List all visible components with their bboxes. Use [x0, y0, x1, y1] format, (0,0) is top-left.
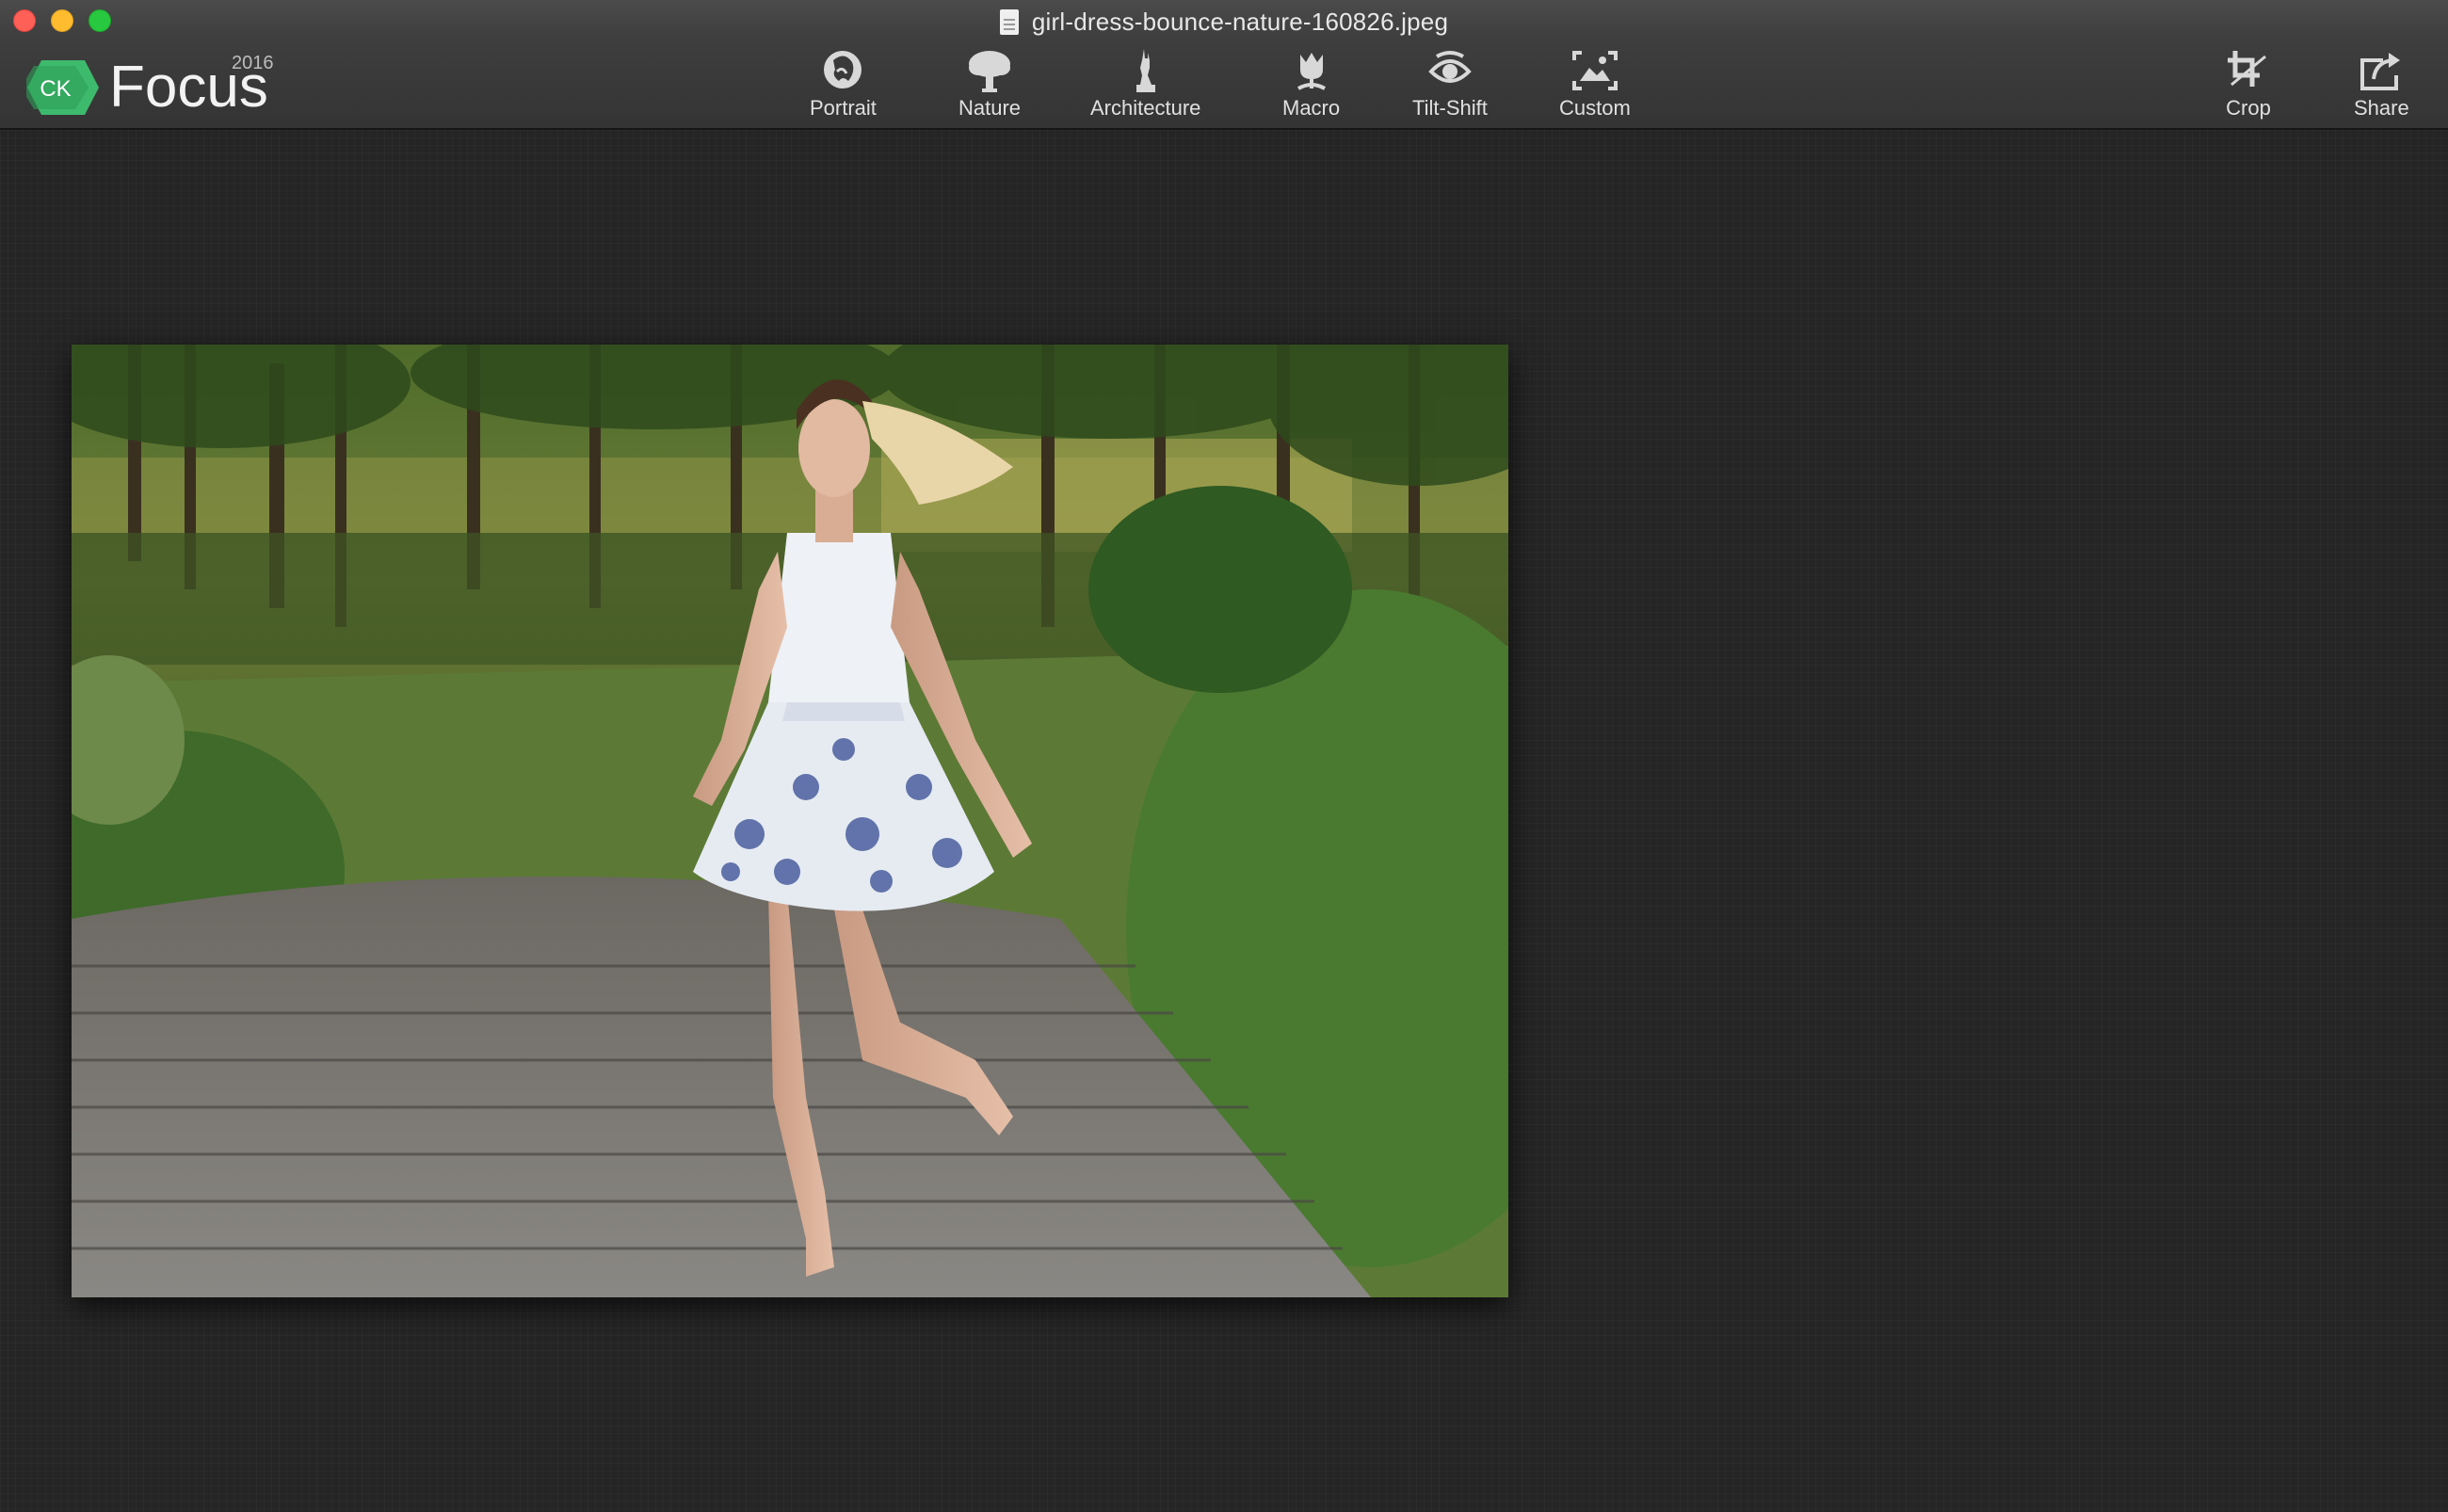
crop-label: Crop [2226, 96, 2271, 120]
preset-label: Portrait [810, 96, 877, 120]
window-title: girl-dress-bounce-nature-160826.jpeg [1031, 7, 1449, 36]
preset-custom-button[interactable]: Custom [1559, 47, 1631, 121]
tulip-icon [1296, 53, 1326, 90]
photo-workspace [0, 130, 2448, 1512]
app-window: girl-dress-bounce-nature-160826.jpeg CK … [0, 0, 2448, 1512]
preset-label: Custom [1559, 96, 1631, 120]
eye-icon [1428, 51, 1472, 83]
logo-badge-text: CK [40, 76, 71, 102]
ck-badge-icon: CK [26, 60, 99, 115]
window-title-bar: girl-dress-bounce-nature-160826.jpeg [0, 4, 2448, 40]
crop-button[interactable]: Crop [2222, 47, 2275, 121]
statue-icon [1135, 49, 1155, 92]
share-button[interactable]: Share [2354, 47, 2409, 121]
preset-nature-button[interactable]: Nature [958, 47, 1021, 121]
preset-label: Tilt-Shift [1412, 96, 1488, 120]
preset-label: Architecture [1090, 96, 1201, 120]
preset-macro-button[interactable]: Macro [1282, 47, 1340, 121]
share-icon [2360, 53, 2401, 90]
photo-canvas[interactable] [72, 345, 1508, 1297]
preset-architecture-button[interactable]: Architecture [1090, 47, 1200, 121]
photo-image [72, 345, 1508, 1297]
preset-portrait-button[interactable]: Portrait [810, 47, 877, 121]
title-toolbar: girl-dress-bounce-nature-160826.jpeg CK … [0, 0, 2448, 130]
crop-icon [2228, 51, 2266, 87]
share-label: Share [2354, 96, 2409, 120]
preset-label: Macro [1282, 96, 1341, 120]
preset-tilt-shift-button[interactable]: Tilt-Shift [1412, 47, 1488, 121]
tree-icon [969, 51, 1011, 92]
document-icon [999, 8, 1019, 35]
custom-frame-icon [1571, 51, 1618, 90]
app-year: 2016 [232, 53, 274, 73]
preset-label: Nature [958, 96, 1022, 120]
portrait-icon [824, 51, 862, 88]
